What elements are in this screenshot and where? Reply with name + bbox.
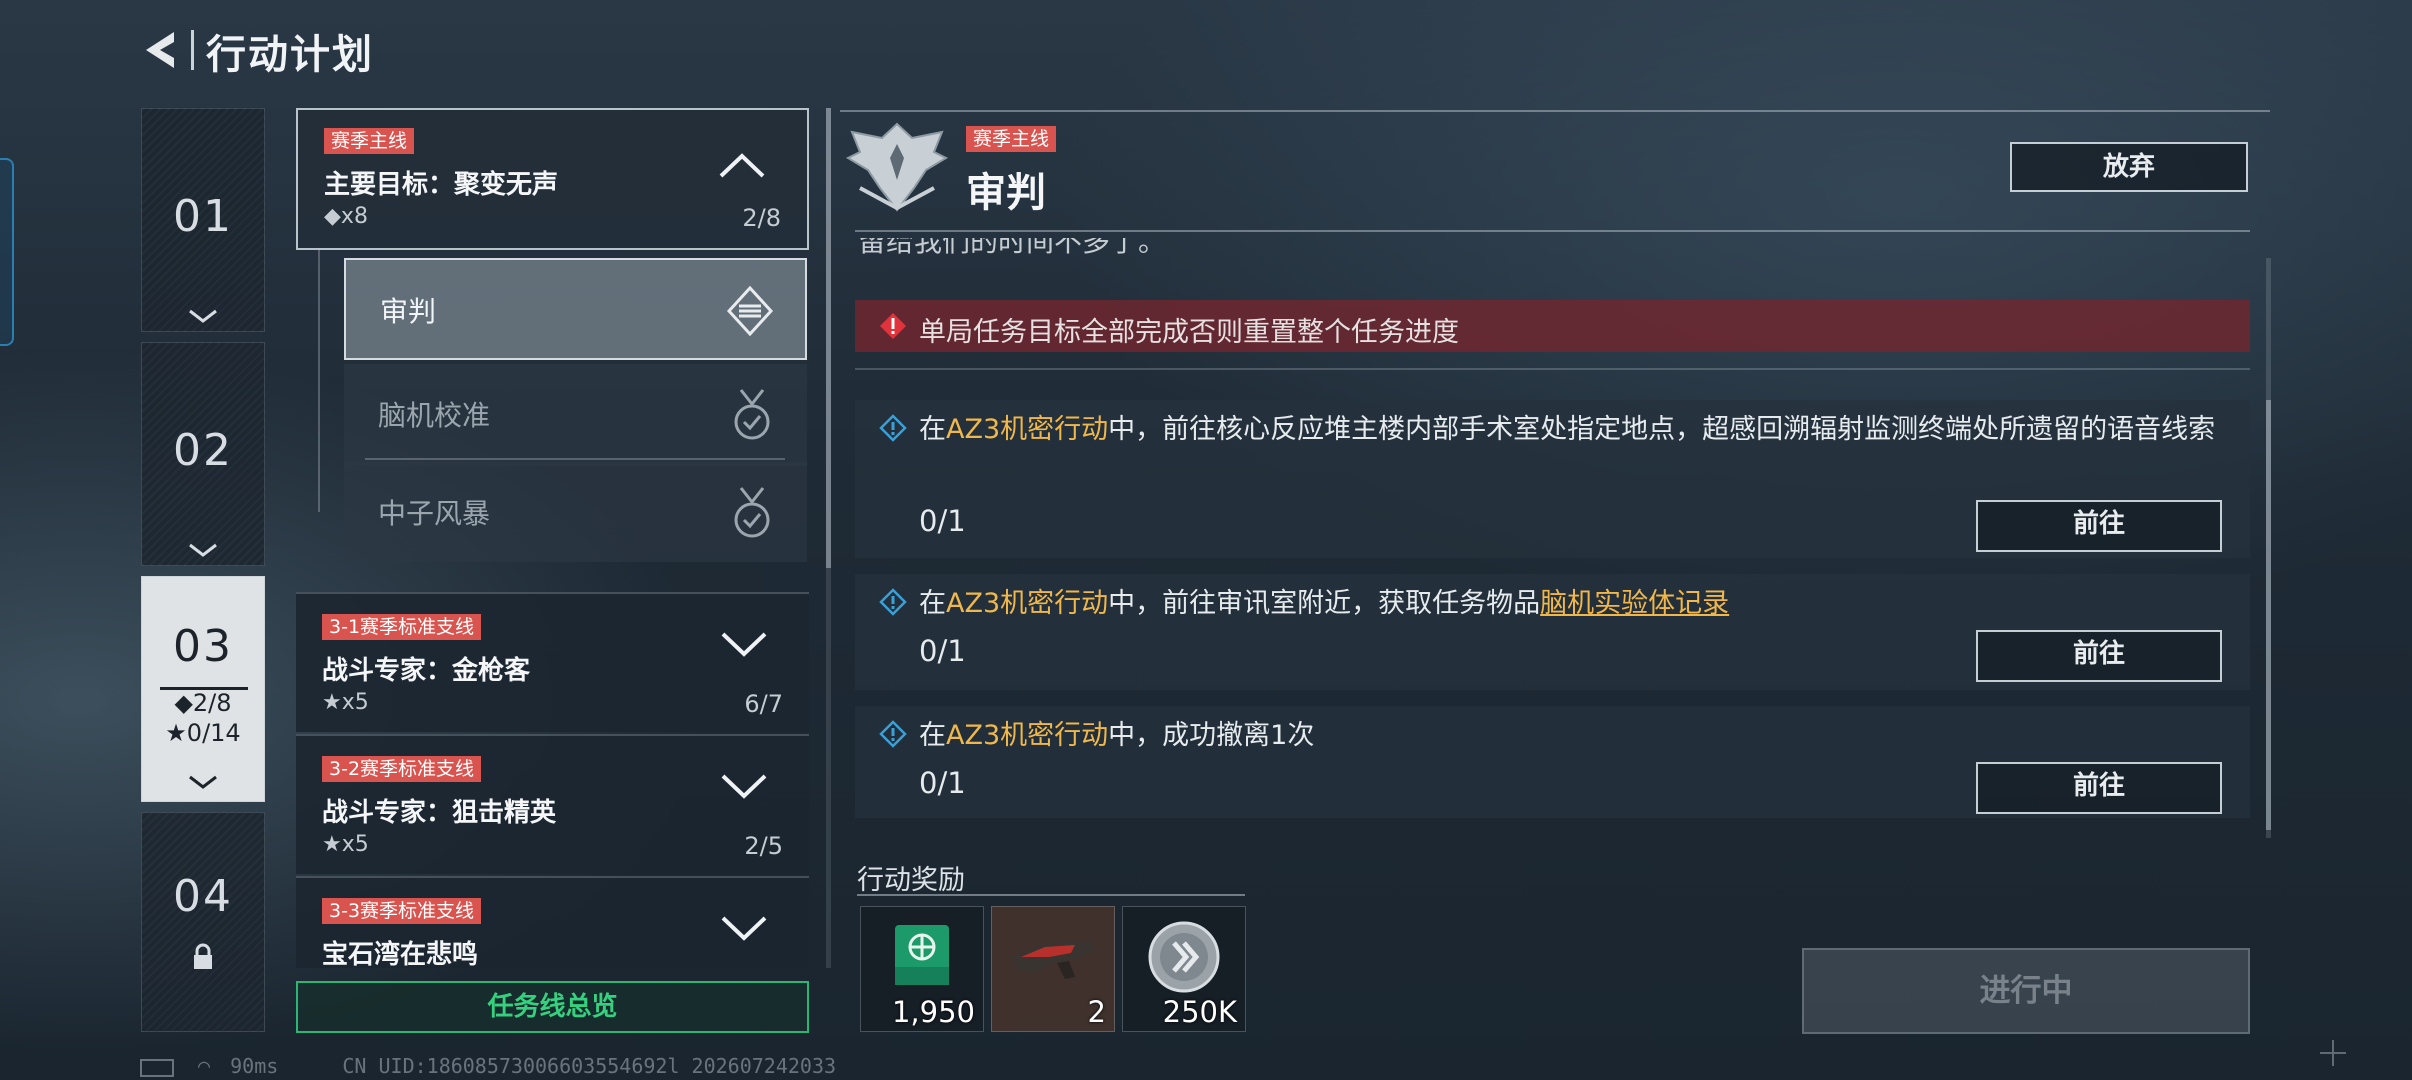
- subtask-label: 审判: [380, 295, 437, 328]
- active-task-icon: [726, 285, 774, 337]
- mission-list-scroll-thumb[interactable]: [826, 108, 831, 568]
- page-title: 行动计划: [206, 32, 374, 78]
- subtask-label: 脑机校准: [378, 399, 491, 432]
- mission-title: 宝石湾在悲鸣: [322, 940, 479, 968]
- subtask-tree-line: [318, 250, 321, 512]
- status-footer: ◠ 90ms CN UID:18608573006603554692l 2026…: [140, 1054, 836, 1078]
- objective-diamond-icon: [879, 414, 907, 442]
- completed-medal-icon: [734, 389, 770, 440]
- side-mission-tag: 3-2赛季标准支线: [322, 756, 482, 782]
- chapter-tab-03[interactable]: 03 ◆2/8 ★0/14: [141, 576, 265, 802]
- chevron-down-icon: [721, 632, 767, 657]
- battery-icon: [140, 1058, 174, 1077]
- abandon-button[interactable]: 放弃: [2010, 142, 2248, 192]
- detail-scroll-thumb[interactable]: [2266, 400, 2271, 830]
- warning-text: 单局任务目标全部完成否则重置整个任务进度: [919, 317, 1459, 348]
- reward-quantity: 250K: [1162, 995, 1237, 1029]
- chapter-number: 03: [173, 621, 233, 672]
- mission-progress: 6/7: [744, 690, 783, 718]
- objective-progress: 0/1: [919, 504, 966, 538]
- task-list-divider: [855, 368, 2250, 370]
- title-divider: [191, 30, 194, 70]
- goto-button[interactable]: 前往: [1976, 500, 2222, 552]
- mission-detail-title: 审判: [966, 170, 1046, 216]
- mission-progress: 2/8: [742, 204, 781, 232]
- task-objective: 在AZ3机密行动中，成功撤离1次 0/1 前往: [855, 706, 2250, 818]
- objective-text: 在AZ3机密行动中，前往核心反应堆主楼内部手术室处指定地点，超感回溯辐射监测终端…: [919, 414, 2216, 445]
- chapter-tab-02[interactable]: 02: [141, 342, 265, 566]
- objective-diamond-icon: [879, 720, 907, 748]
- season-main-tag: 赛季主线: [966, 126, 1057, 152]
- mission-reward-count: ★x5: [322, 832, 369, 857]
- mission-reward-count: ◆x8: [324, 204, 368, 229]
- side-progress: ★0/14: [165, 719, 241, 747]
- chevron-down-icon: [189, 775, 217, 789]
- reward-item[interactable]: 2: [991, 906, 1115, 1032]
- chevron-down-icon: [189, 309, 217, 323]
- eagle-emblem-icon: [845, 122, 949, 212]
- main-progress: ◆2/8: [174, 689, 232, 717]
- weapon-skin-icon: [1011, 941, 1097, 979]
- item-link[interactable]: 脑机实验体记录: [1540, 588, 1729, 619]
- chevron-down-icon: [189, 543, 217, 557]
- mission-progress: 2/5: [744, 832, 783, 860]
- reward-item[interactable]: 1,950: [860, 906, 984, 1032]
- side-drawer-handle[interactable]: [0, 158, 14, 346]
- task-objective: 在AZ3机密行动中，前往核心反应堆主楼内部手术室处指定地点，超感回溯辐射监测终端…: [855, 400, 2250, 558]
- warning-banner: 单局任务目标全部完成否则重置整个任务进度: [855, 300, 2250, 352]
- subtask-item-neutron-storm[interactable]: 中子风暴: [344, 462, 807, 562]
- uid-text: CN UID:18608573006603554692l 20260724203…: [342, 1054, 837, 1078]
- mission-title: 战斗专家：狙击精英: [322, 798, 557, 828]
- task-objective: 在AZ3机密行动中，前往审讯室附近，获取任务物品脑机实验体记录 0/1 前往: [855, 574, 2250, 690]
- chapter-number: 04: [173, 871, 233, 922]
- side-mission-card[interactable]: 3-1赛季标准支线 战斗专家：金枪客 ★x5 6/7: [296, 592, 809, 732]
- chevron-up-icon: [719, 153, 765, 178]
- chevron-down-icon: [721, 916, 767, 941]
- reward-quantity: 2: [1087, 995, 1106, 1029]
- lock-icon: [194, 943, 212, 969]
- mission-reward-count: ★x5: [322, 690, 369, 715]
- chevron-down-icon: [721, 774, 767, 799]
- chapter-number: 02: [173, 425, 233, 476]
- chapter-number: 01: [173, 191, 233, 242]
- season-main-tag: 赛季主线: [324, 128, 415, 154]
- detail-header-divider: [855, 230, 2250, 232]
- reward-quantity: 1,950: [891, 995, 975, 1029]
- plus-icon: [2320, 1040, 2346, 1066]
- in-progress-button: 进行中: [1802, 948, 2250, 1034]
- detail-top-divider: [840, 110, 2270, 112]
- subtask-item-judgment[interactable]: 审判: [344, 258, 807, 360]
- completed-medal-icon: [734, 487, 770, 538]
- side-mission-tag: 3-3赛季标准支线: [322, 898, 482, 924]
- mission-title: 主要目标：聚变无声: [324, 170, 559, 200]
- objective-progress: 0/1: [919, 634, 966, 668]
- chapter-tab-01[interactable]: 01: [141, 108, 265, 332]
- objective-text: 在AZ3机密行动中，成功撤离1次: [919, 720, 1315, 751]
- goto-button[interactable]: 前往: [1976, 762, 2222, 814]
- reward-item[interactable]: 250K: [1122, 906, 1246, 1032]
- mission-overview-button[interactable]: 任务线总览: [296, 981, 809, 1033]
- ping-text: 90ms: [230, 1054, 279, 1078]
- objective-text: 在AZ3机密行动中，前往审讯室附近，获取任务物品脑机实验体记录: [919, 588, 1730, 619]
- side-mission-tag: 3-1赛季标准支线: [322, 614, 482, 640]
- reward-divider: [857, 894, 1245, 896]
- objective-diamond-icon: [879, 588, 907, 616]
- mission-description: 留给我们的时间不多了。: [858, 238, 1167, 258]
- goto-button[interactable]: 前往: [1976, 630, 2222, 682]
- objective-progress: 0/1: [919, 766, 966, 800]
- chapter-tab-04[interactable]: 04: [141, 812, 265, 1032]
- subtask-divider: [365, 458, 785, 460]
- subtask-item-brain-calibration[interactable]: 脑机校准: [344, 364, 807, 466]
- coin-icon: [1148, 921, 1220, 993]
- side-mission-card[interactable]: 3-2赛季标准支线 战斗专家：狙击精英 ★x5 2/5: [296, 734, 809, 874]
- main-mission-card[interactable]: 赛季主线 主要目标：聚变无声 ◆x8 2/8: [296, 108, 809, 250]
- warning-icon: [880, 313, 906, 339]
- mission-title: 战斗专家：金枪客: [322, 656, 531, 686]
- subtask-label: 中子风暴: [378, 497, 491, 530]
- back-arrow-icon[interactable]: [140, 28, 180, 72]
- wifi-icon: ◠: [198, 1054, 211, 1078]
- reward-label: 行动奖励: [857, 865, 965, 896]
- side-mission-card[interactable]: 3-3赛季标准支线 宝石湾在悲鸣: [296, 876, 809, 968]
- supply-crate-icon: [895, 925, 949, 985]
